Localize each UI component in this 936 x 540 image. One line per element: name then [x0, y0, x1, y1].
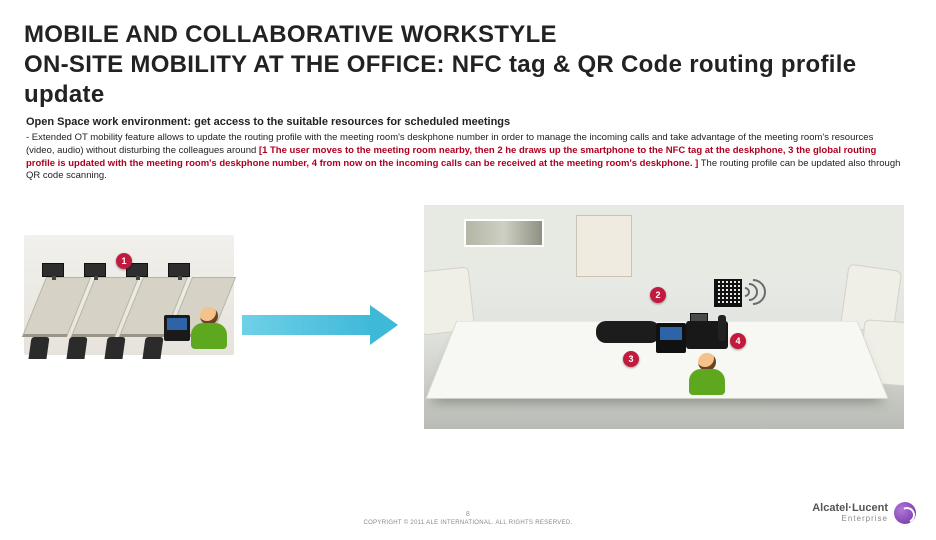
monitor-icon: [84, 263, 106, 277]
open-space-scene: [24, 235, 234, 355]
monitor-icon: [168, 263, 190, 277]
chair-icon: [66, 337, 87, 359]
nfc-waves-icon: [740, 277, 770, 307]
logo-line-2: Enterprise: [812, 515, 888, 523]
user-icon: [190, 307, 228, 351]
arrow-icon: [242, 305, 402, 345]
wall-art: [464, 219, 544, 247]
slide-subhead: Open Space work environment: get access …: [24, 116, 912, 128]
qr-code-icon: [714, 279, 742, 307]
logo-mark-icon: [894, 502, 916, 524]
logo-line-1: Alcatel·Lucent: [812, 503, 888, 515]
smartphone-icon: [164, 315, 190, 341]
conference-speaker-icon: [596, 321, 660, 343]
meeting-room-scene: [424, 205, 904, 429]
chairs: [30, 337, 162, 359]
brand-logo: Alcatel·Lucent Enterprise: [812, 502, 916, 524]
page-number: 8: [0, 511, 936, 518]
deskphone-icon: [686, 313, 728, 349]
title-line-2: ON-SITE MOBILITY AT THE OFFICE: NFC tag …: [24, 51, 856, 108]
chair-icon: [104, 337, 125, 359]
diagram: 1 2 3 4: [24, 205, 904, 435]
door: [576, 215, 632, 277]
slide-footer: 8 COPYRIGHT © 2011 ALE INTERNATIONAL. AL…: [0, 511, 936, 526]
copyright-text: COPYRIGHT © 2011 ALE INTERNATIONAL. ALL …: [364, 520, 573, 526]
monitor-icon: [42, 263, 64, 277]
title-line-1: MOBILE AND COLLABORATIVE WORKSTYLE: [24, 21, 557, 48]
monitors: [42, 263, 190, 277]
user-icon: [688, 353, 726, 397]
chair-icon: [28, 337, 49, 359]
slide-title: MOBILE AND COLLABORATIVE WORKSTYLE ON-SI…: [24, 20, 912, 110]
chair-icon: [142, 337, 163, 359]
smartphone-icon: [656, 323, 686, 353]
slide-body: - Extended OT mobility feature allows to…: [24, 132, 904, 183]
